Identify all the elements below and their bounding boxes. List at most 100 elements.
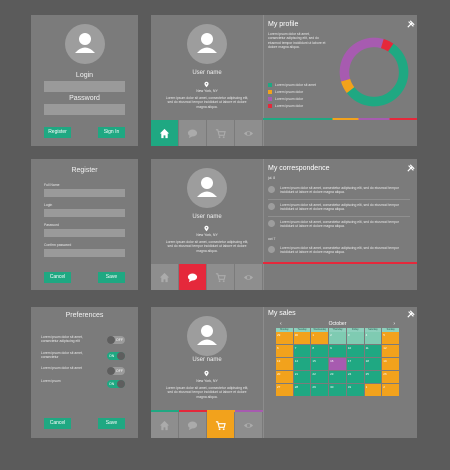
home-icon (159, 128, 170, 138)
preference-toggle[interactable]: ON (107, 380, 125, 388)
chat-icon (187, 273, 198, 282)
calendar-day[interactable]: 11 (364, 345, 382, 357)
calendar-day[interactable]: 2 (329, 332, 346, 344)
calendar-day[interactable]: 1 (311, 332, 329, 344)
calendar-day[interactable]: 10 (346, 345, 364, 357)
save-button[interactable]: Save (98, 418, 125, 429)
cancel-button[interactable]: Cancel (44, 272, 71, 283)
calendar-day[interactable]: 24 (346, 371, 364, 383)
tab-cart[interactable] (207, 120, 235, 146)
register-button[interactable]: Register (44, 127, 71, 138)
date-label: jul. 8 (268, 176, 276, 180)
calendar-day[interactable]: 29 (311, 384, 329, 396)
password-label: Password (69, 95, 100, 102)
color-strip (151, 410, 263, 412)
calendar-day[interactable]: 21 (293, 371, 311, 383)
register-title: Register (71, 167, 98, 174)
calendar-day[interactable]: 30 (329, 384, 346, 396)
calendar-day[interactable]: 30 (293, 332, 311, 344)
chat-icon (187, 421, 198, 430)
calendar-day[interactable]: 1 (364, 384, 382, 396)
tab-cart[interactable] (207, 264, 235, 290)
preference-toggle[interactable]: ON (107, 352, 125, 360)
profile-intro: Lorem ipsum dolor sit amet, consectetur … (268, 32, 326, 50)
divider (263, 159, 264, 290)
calendar-day[interactable]: 20 (276, 371, 293, 383)
color-strip (263, 262, 417, 264)
calendar-day[interactable]: 13 (276, 358, 293, 370)
full-name-input[interactable] (44, 189, 125, 197)
sign-in-button[interactable]: Sign In (98, 127, 125, 138)
calendar-day[interactable]: 15 (311, 358, 329, 370)
chat-icon (187, 129, 198, 138)
message-item[interactable]: Lorem ipsum dolor sit amet, consectetur … (268, 186, 410, 198)
home-icon (159, 272, 170, 282)
avatar (268, 203, 275, 210)
tab-cart[interactable] (207, 412, 235, 438)
tab-chat[interactable] (179, 120, 207, 146)
section-title: My correspondence (268, 165, 330, 172)
calendar-day[interactable]: 17 (346, 358, 364, 370)
tab-home[interactable] (151, 120, 179, 146)
preference-toggle[interactable]: OFF (107, 367, 125, 375)
tab-view[interactable] (235, 264, 263, 290)
date-label: oct 7 (268, 237, 276, 241)
divider (263, 15, 264, 146)
user-name: User name (192, 357, 222, 363)
tools-icon[interactable] (407, 20, 415, 28)
calendar-day[interactable]: 16 (329, 358, 346, 370)
calendar-day[interactable]: 2 (382, 384, 399, 396)
tools-icon[interactable] (407, 310, 415, 318)
prev-month-button[interactable]: ‹ (280, 321, 282, 327)
tab-home[interactable] (151, 264, 179, 290)
register-panel: Register Full Name Login Password Confir… (31, 159, 138, 290)
sales-calendar: ‹ October › Monday Tuesday Wednesday Thursd… (276, 320, 399, 396)
bottom-tabs (151, 120, 263, 146)
message-item[interactable]: Lorem ipsum dolor sit amet, consectetur … (268, 220, 410, 232)
password-input[interactable] (44, 104, 125, 115)
calendar-day[interactable]: 19 (382, 358, 399, 370)
calendar-day[interactable]: 8 (311, 345, 329, 357)
user-icon (197, 33, 217, 53)
location-pin-icon (204, 81, 209, 88)
tab-chat[interactable] (179, 412, 207, 438)
calendar-day[interactable]: 6 (276, 345, 293, 357)
tab-view[interactable] (235, 412, 263, 438)
avatar (187, 24, 227, 64)
save-button[interactable]: Save (98, 272, 125, 283)
calendar-day[interactable]: 4 (364, 332, 382, 344)
message-item[interactable]: Lorem ipsum dolor sit amet, consectetur … (268, 246, 410, 258)
message-item[interactable]: Lorem ipsum dolor sit amet, consectetur … (268, 203, 410, 215)
next-month-button[interactable]: › (393, 321, 395, 327)
calendar-day[interactable]: 5 (382, 332, 399, 344)
toggle-knob (107, 367, 115, 375)
calendar-day[interactable]: 25 (364, 371, 382, 383)
avatar (268, 186, 275, 193)
calendar-day[interactable]: 28 (293, 384, 311, 396)
preference-toggle[interactable]: OFF (107, 336, 125, 344)
calendar-day[interactable]: 3 (346, 332, 364, 344)
calendar-day[interactable]: 27 (276, 384, 293, 396)
calendar-day[interactable]: 9 (329, 345, 346, 357)
calendar-day[interactable]: 29 (276, 332, 293, 344)
confirm-password-input[interactable] (44, 249, 125, 257)
tools-icon[interactable] (407, 164, 415, 172)
cancel-button[interactable]: Cancel (44, 418, 71, 429)
calendar-day[interactable]: 31 (346, 384, 364, 396)
calendar-day[interactable]: 7 (293, 345, 311, 357)
user-bio: Lorem ipsum dolor sit amet, consectetur … (165, 240, 249, 253)
calendar-day[interactable]: 14 (293, 358, 311, 370)
tab-chat[interactable] (179, 264, 207, 290)
password-input[interactable] (44, 229, 125, 237)
login-input[interactable] (44, 81, 125, 92)
calendar-day[interactable]: 22 (311, 371, 329, 383)
tab-view[interactable] (235, 120, 263, 146)
login-panel: Login Password Register Sign In (31, 15, 138, 146)
bottom-tabs (151, 412, 263, 438)
login-input[interactable] (44, 209, 125, 217)
calendar-day[interactable]: 18 (364, 358, 382, 370)
calendar-day[interactable]: 12 (382, 345, 399, 357)
calendar-day[interactable]: 23 (329, 371, 346, 383)
tab-home[interactable] (151, 412, 179, 438)
calendar-day[interactable]: 26 (382, 371, 399, 383)
